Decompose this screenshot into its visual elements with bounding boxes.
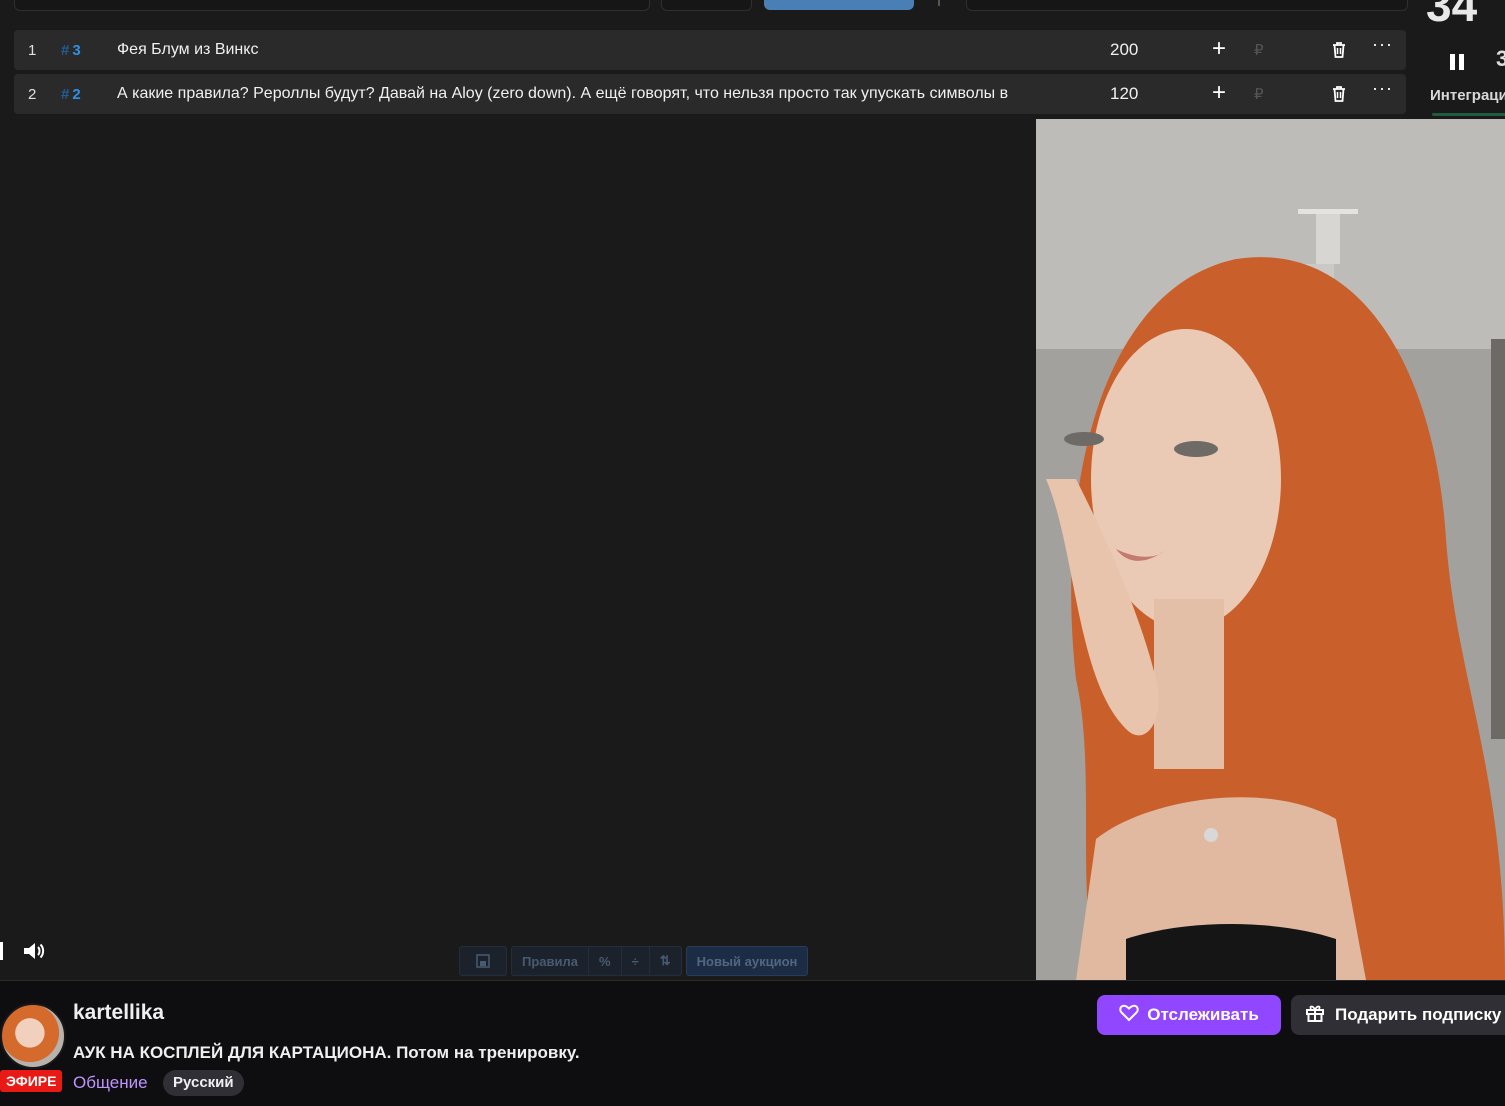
pause-icon[interactable] <box>1448 52 1466 77</box>
lot-name: Фея Блум из Винкс <box>117 41 259 58</box>
currency-input[interactable]: ₽ <box>1254 41 1264 59</box>
stream-info-bar: ЭФИРЕ kartellika АУК НА КОСПЛЕЙ ДЛЯ КАРТ… <box>0 980 1505 1106</box>
amount-field-strip[interactable] <box>661 0 752 11</box>
add-amount-button[interactable]: + <box>1212 35 1226 63</box>
language-tag[interactable]: Русский <box>163 1070 244 1096</box>
stream-title: АУК НА КОСПЛЕЙ ДЛЯ КАРТАЦИОНА. Потом на … <box>73 1043 580 1062</box>
gift-icon <box>1305 1003 1325 1028</box>
lot-name: А какие правила? Pероллы будут? Давай на… <box>117 85 1009 102</box>
more-icon[interactable]: ··· <box>1372 78 1393 99</box>
webcam-feed <box>1036 119 1505 980</box>
lot-index: 1 <box>28 41 37 59</box>
auction-tools-group: Правила % ÷ ⇅ <box>511 946 682 976</box>
trash-icon[interactable] <box>1331 85 1347 107</box>
lot-tag: #3 <box>61 41 81 59</box>
video-player[interactable]: 1 #3 Фея Блум из Винкс 200 + ₽ ··· 2 #2 … <box>0 0 1505 980</box>
category-link[interactable]: Общение <box>73 1073 148 1093</box>
more-icon[interactable]: ··· <box>1372 34 1393 55</box>
follow-label: Отслеживать <box>1147 1005 1259 1024</box>
lot-index: 2 <box>28 85 37 103</box>
currency-input[interactable]: ₽ <box>1254 85 1264 103</box>
lot-row: 1 #3 Фея Блум из Винкс 200 + ₽ ··· <box>14 30 1406 70</box>
live-badge: ЭФИРЕ <box>0 1070 63 1092</box>
sort-button[interactable]: ⇅ <box>648 946 682 976</box>
gift-label: Подарить подписку <box>1335 1005 1502 1024</box>
auction-timer: 34 <box>1426 0 1478 31</box>
avatar[interactable] <box>0 1003 66 1069</box>
channel-name[interactable]: kartellika <box>73 1001 164 1025</box>
follow-button[interactable]: Отслеживать <box>1097 995 1281 1035</box>
integration-status-bar <box>1432 113 1505 116</box>
rules-label: Правила <box>522 953 578 969</box>
lot-amount: 120 <box>1110 84 1139 103</box>
volume-slider-edge[interactable] <box>0 942 3 960</box>
auction-toolbar: Правила % ÷ ⇅ Новый аукцион <box>459 946 809 976</box>
search-field-strip[interactable] <box>14 0 650 11</box>
lot-tag: #2 <box>61 85 81 103</box>
divider <box>938 0 940 6</box>
save-icon[interactable] <box>459 946 507 976</box>
new-auction-button[interactable]: Новый аукцион <box>685 946 809 976</box>
timer-step-button[interactable]: 3 <box>1496 46 1505 72</box>
divide-button[interactable]: ÷ <box>620 946 649 976</box>
volume-icon[interactable] <box>22 940 46 967</box>
rules-button[interactable]: Правила <box>511 946 588 976</box>
heart-icon <box>1119 1004 1139 1027</box>
new-auction-label: Новый аукцион <box>696 953 798 969</box>
integrations-label[interactable]: Интеграци <box>1430 87 1505 104</box>
percent-button[interactable]: % <box>588 946 621 976</box>
lot-amount: 200 <box>1110 40 1139 59</box>
trash-icon[interactable] <box>1331 41 1347 63</box>
lot-row: 2 #2 А какие правила? Pероллы будут? Дав… <box>14 74 1406 114</box>
add-lot-button-strip[interactable] <box>764 0 914 10</box>
add-amount-button[interactable]: + <box>1212 79 1226 107</box>
gift-sub-button[interactable]: Подарить подписку <box>1291 995 1505 1035</box>
side-field-strip[interactable] <box>966 0 1408 11</box>
